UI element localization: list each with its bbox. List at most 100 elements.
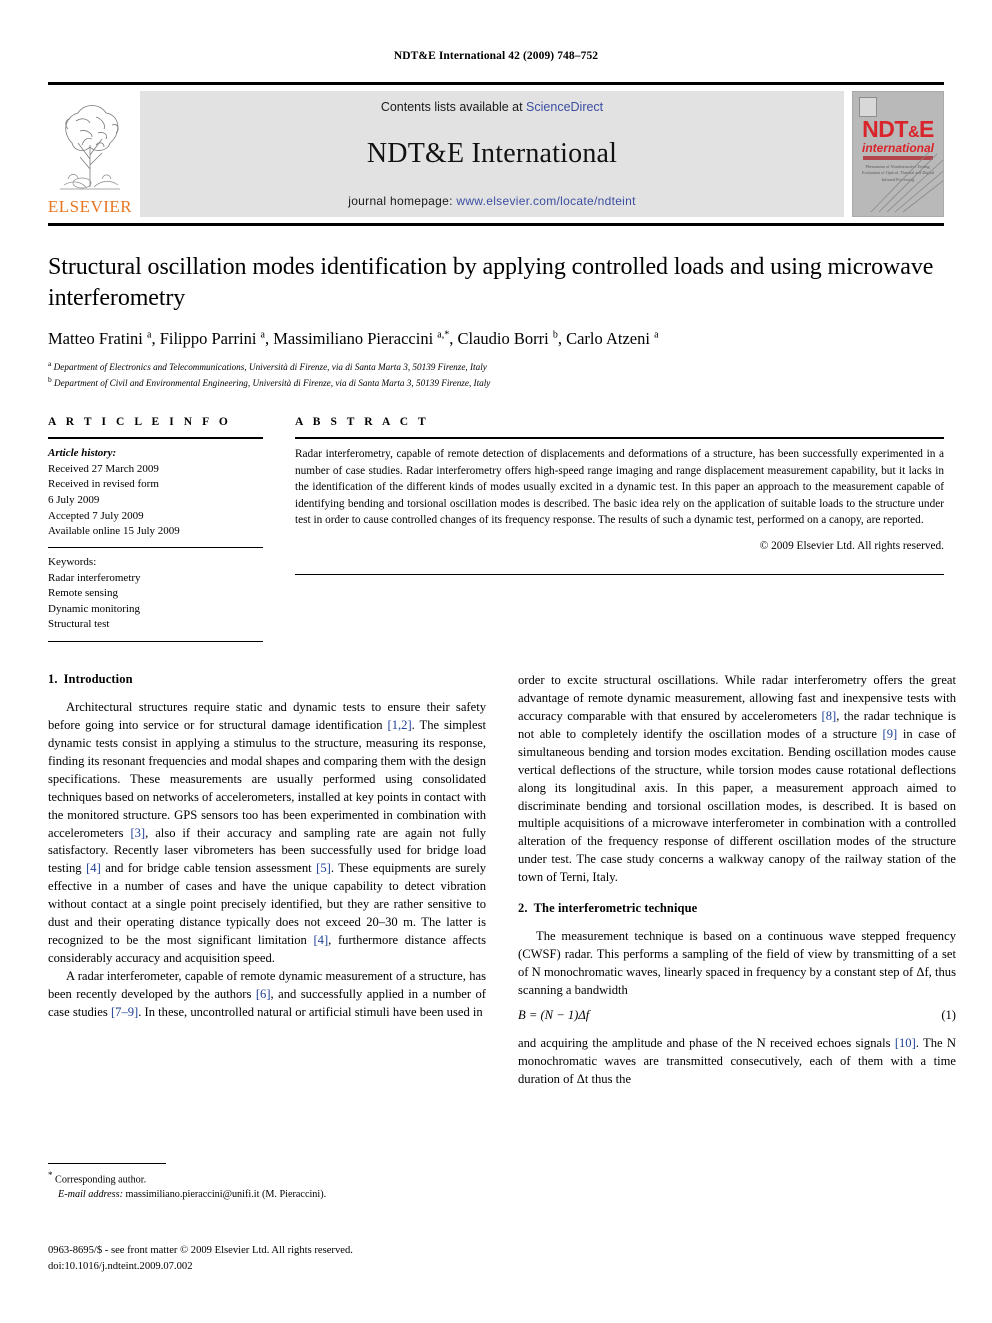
email-link[interactable]: massimiliano.pieraccini@unifi.it (M. Pie… — [126, 1189, 327, 1200]
masthead-center-band: Contents lists available at ScienceDirec… — [140, 91, 844, 217]
affiliation-a-text: Department of Electronics and Telecommun… — [53, 362, 487, 373]
intro-paragraph-2-continued: order to excite structural oscillations.… — [518, 672, 956, 887]
homepage-prefix-text: journal homepage: — [348, 194, 457, 208]
corresponding-author-note: * Corresponding author. — [48, 1169, 486, 1188]
info-and-abstract: A R T I C L E I N F O Article history: R… — [48, 416, 944, 642]
intro-p2-c-left: . In these, uncontrolled natural or arti… — [138, 1004, 483, 1019]
citation-link[interactable]: [8] — [822, 709, 837, 723]
asterisk-icon: * — [48, 1170, 53, 1180]
sciencedirect-link[interactable]: ScienceDirect — [526, 100, 603, 114]
keyword-item: Dynamic monitoring — [48, 602, 140, 615]
section-heading-introduction: 1. Introduction — [48, 672, 486, 687]
article-history: Article history: Received 27 March 2009 … — [48, 446, 263, 540]
cover-title-amp: & — [907, 124, 920, 141]
affiliation-marker-a: a — [48, 359, 52, 369]
section-heading-interferometric-technique: 2. The interferometric technique — [518, 901, 956, 916]
imprint-block: 0963-8695/$ - see front matter © 2009 El… — [48, 1243, 353, 1275]
citation-link[interactable]: [4] — [86, 861, 101, 875]
citation-link[interactable]: [7–9] — [111, 1005, 138, 1019]
journal-masthead: ELSEVIER Contents lists available at Sci… — [48, 82, 944, 226]
doi-line: doi:10.1016/j.ndteint.2009.07.002 — [48, 1260, 193, 1272]
citation-link[interactable]: [5] — [316, 861, 331, 875]
cover-title-tail: E — [919, 116, 934, 142]
citation-link[interactable]: [3] — [130, 826, 145, 840]
abstract-bottom-rule — [295, 573, 944, 575]
running-head: NDT&E International 42 (2009) 748–752 — [393, 50, 599, 62]
elsevier-wordmark: ELSEVIER — [47, 197, 133, 216]
contents-prefix-text: Contents lists available at — [380, 100, 527, 114]
affiliation-b: b Department of Civil and Environmental … — [48, 375, 944, 390]
history-item: 6 July 2009 — [48, 494, 100, 507]
abstract-rule: Radar interferometry, capable of remote … — [295, 437, 944, 575]
abstract-copyright: © 2009 Elsevier Ltd. All rights reserved… — [759, 539, 944, 552]
intro-p2-continued-c: in case of simultaneous bending and tors… — [518, 726, 956, 885]
abstract-text: Radar interferometry, capable of remote … — [295, 448, 944, 527]
article-info-rule: Article history: Received 27 March 2009 … — [48, 437, 263, 642]
journal-article-page: NDT&E International 42 (2009) 748–752 EL… — [0, 0, 992, 1323]
cover-title: NDT&E — [853, 118, 943, 141]
journal-title: NDT&E International — [366, 138, 618, 169]
cover-elsevier-badge-icon — [859, 97, 877, 117]
intro-p1-d: and for bridge cable tension assessment — [100, 861, 317, 876]
article-body: 1. Introduction Architectural structures … — [48, 672, 956, 1089]
affiliation-list: a Department of Electronics and Telecomm… — [48, 359, 944, 390]
equation-1-line: B = (N − 1)Δf (1) — [518, 1008, 956, 1023]
history-item: Received 27 March 2009 — [48, 462, 159, 475]
article-info-bottom-rule — [48, 640, 263, 642]
footnote-block: * Corresponding author. E-mail address: … — [48, 1163, 486, 1203]
author-list: Matteo Fratini a, Filippo Parrini a, Mas… — [48, 329, 659, 349]
cover-artwork-icon — [870, 151, 943, 213]
history-item: Available online 15 July 2009 — [48, 525, 180, 538]
journal-homepage-link[interactable]: www.elsevier.com/locate/ndteint — [456, 194, 635, 208]
page-title: Structural oscillation modes identificat… — [48, 254, 934, 311]
section-number: 2. — [518, 901, 528, 916]
body-column-left: 1. Introduction Architectural structures … — [48, 672, 486, 1089]
keywords-label: Keywords: — [48, 555, 97, 568]
corresponding-author-text: Corresponding author. — [55, 1174, 147, 1186]
citation-link[interactable]: [4] — [313, 933, 328, 947]
intro-paragraph-1: Architectural structures require static … — [48, 699, 486, 968]
technique-paragraph-2: and acquiring the amplitude and phase of… — [518, 1035, 956, 1089]
affiliation-b-text: Department of Civil and Environmental En… — [54, 377, 491, 388]
section-number: 1. — [48, 671, 58, 686]
affiliation-marker-b: b — [48, 374, 52, 384]
history-item: Received in revised form — [48, 478, 159, 491]
equation-1-number: (1) — [941, 1007, 956, 1022]
citation-link[interactable]: [10] — [895, 1036, 916, 1050]
affiliation-a: a Department of Electronics and Telecomm… — [48, 359, 944, 374]
elsevier-tree-icon — [60, 105, 120, 190]
article-info-heading: A R T I C L E I N F O — [48, 416, 232, 429]
elsevier-logo: ELSEVIER — [48, 91, 132, 217]
intro-paragraph-2: A radar interferometer, capable of remot… — [48, 968, 486, 1022]
footnote-rule — [48, 1163, 166, 1164]
contents-available-line: Contents lists available at ScienceDirec… — [381, 100, 603, 114]
email-label: E-mail address: — [58, 1189, 123, 1201]
intro-p1-b: . The simplest dynamic tests consist in … — [48, 717, 486, 840]
article-history-label: Article history: — [48, 447, 117, 460]
imprint-line-1: 0963-8695/$ - see front matter © 2009 El… — [48, 1245, 353, 1256]
technique-p2-a: and acquiring the amplitude and phase of… — [518, 1035, 895, 1050]
technique-paragraph-1: The measurement technique is based on a … — [518, 928, 956, 1000]
keyword-item: Remote sensing — [48, 587, 118, 600]
history-item: Accepted 7 July 2009 — [48, 509, 144, 522]
cover-title-main: NDT — [862, 116, 908, 142]
keywords-block: Keywords: Radar interferometry Remote se… — [48, 555, 263, 633]
journal-homepage-line: journal homepage: www.elsevier.com/locat… — [348, 194, 636, 208]
keyword-item: Radar interferometry — [48, 571, 141, 584]
journal-cover-thumbnail[interactable]: NDT&E international Phenomena of Nondest… — [852, 91, 944, 217]
citation-link[interactable]: [1,2] — [388, 718, 412, 732]
equation-1-expression: B = (N − 1)Δf — [518, 1007, 590, 1022]
section-title: The interferometric technique — [533, 901, 698, 916]
article-info-divider — [48, 546, 263, 548]
title-block: Structural oscillation modes identificat… — [48, 252, 944, 390]
article-info-column: A R T I C L E I N F O Article history: R… — [48, 416, 263, 642]
body-column-right: order to excite structural oscillations.… — [518, 672, 956, 1089]
citation-link[interactable]: [9] — [883, 727, 898, 741]
keyword-item: Structural test — [48, 618, 110, 631]
abstract-column: A B S T R A C T Radar interferometry, ca… — [295, 416, 944, 642]
abstract-heading: A B S T R A C T — [295, 416, 430, 429]
section-title: Introduction — [63, 671, 133, 686]
technique-p1-text: The measurement technique is based on a … — [518, 929, 956, 998]
citation-link[interactable]: [6] — [256, 987, 271, 1001]
